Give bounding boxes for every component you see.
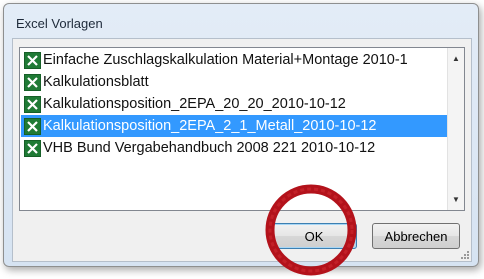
excel-file-icon <box>24 139 41 157</box>
excel-file-icon <box>24 51 41 69</box>
ok-button[interactable]: OK <box>271 223 357 249</box>
dialog-title: Excel Vorlagen <box>16 16 103 31</box>
list-item[interactable]: VHB Bund Vergabehandbuch 2008 221 2010-1… <box>21 137 449 159</box>
template-list[interactable]: Einfache Zuschlagskalkulation Material+M… <box>19 47 465 211</box>
excel-file-icon <box>24 73 41 91</box>
list-item-label: VHB Bund Vergabehandbuch 2008 221 2010-1… <box>43 140 376 156</box>
list-item-label: Kalkulationsposition_2EPA_20_20_2010-10-… <box>43 96 346 112</box>
list-item[interactable]: Kalkulationsposition_2EPA_20_20_2010-10-… <box>21 93 449 115</box>
vertical-scrollbar[interactable]: ▲ ▼ <box>447 48 464 210</box>
scroll-down-icon[interactable]: ▼ <box>448 191 464 208</box>
list-item-label: Einfache Zuschlagskalkulation Material+M… <box>43 52 408 68</box>
excel-file-icon <box>24 95 41 113</box>
list-item[interactable]: Einfache Zuschlagskalkulation Material+M… <box>21 49 449 71</box>
list-item-label: Kalkulationsposition_2EPA_2_1_Metall_201… <box>43 118 377 134</box>
list-item[interactable]: Kalkulationsblatt <box>21 71 449 93</box>
list-item-label: Kalkulationsblatt <box>43 74 149 90</box>
resize-grip-icon[interactable] <box>460 250 470 260</box>
excel-templates-dialog: Excel Vorlagen Einfache Zuschlagskalkula… <box>3 3 479 267</box>
dialog-content: Einfache Zuschlagskalkulation Material+M… <box>12 38 472 262</box>
list-item-selected[interactable]: Kalkulationsposition_2EPA_2_1_Metall_201… <box>21 115 449 137</box>
excel-file-icon <box>24 117 41 135</box>
scroll-up-icon[interactable]: ▲ <box>448 50 464 67</box>
cancel-button[interactable]: Abbrechen <box>372 223 460 249</box>
